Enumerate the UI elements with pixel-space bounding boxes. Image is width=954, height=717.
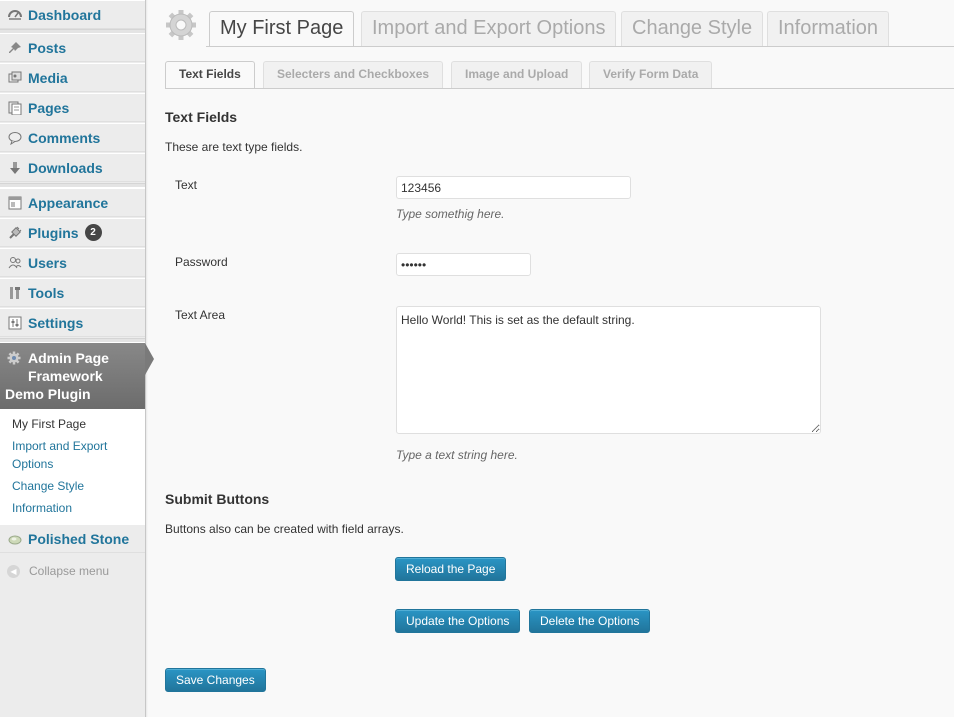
submenu-my-first-page[interactable]: My First Page <box>12 415 86 433</box>
tools-icon <box>7 285 23 301</box>
settings-icon <box>7 315 23 331</box>
main-content: My First Page Import and Export Options … <box>148 0 954 717</box>
sidebar-item-pages[interactable]: Pages <box>0 93 145 122</box>
polished-stone-icon <box>7 531 23 547</box>
sidebar-item-settings[interactable]: Settings <box>0 308 145 337</box>
textarea-field-label: Text Area <box>175 308 226 322</box>
collapse-menu-button[interactable]: ◀ Collapse menu <box>0 557 145 585</box>
menu-title-line: Framework <box>28 368 103 384</box>
sidebar-item-label: Posts <box>28 39 67 56</box>
sidebar-item-plugins[interactable]: Plugins 2 <box>0 218 145 247</box>
text-field-hint: Type somethig here. <box>396 207 505 221</box>
users-icon <box>7 255 23 271</box>
text-input[interactable] <box>396 176 631 199</box>
media-icon <box>7 70 23 86</box>
menu-title-line: Demo Plugin <box>5 386 91 402</box>
subtab-selecters-checkboxes[interactable]: Selecters and Checkboxes <box>263 61 444 88</box>
sidebar-item-polished-stone[interactable]: Polished Stone <box>0 524 145 553</box>
text-field-label: Text <box>175 178 198 192</box>
menu-title-line: Admin Page <box>28 350 109 366</box>
pushpin-icon <box>7 40 23 56</box>
tab-import-export-options[interactable]: Import and Export Options <box>361 11 617 46</box>
appearance-icon <box>7 195 23 211</box>
tab-information[interactable]: Information <box>767 11 890 46</box>
gear-icon <box>7 351 21 369</box>
section-heading-submit-buttons: Submit Buttons <box>165 491 270 507</box>
update-options-button[interactable]: Update the Options <box>395 609 521 633</box>
section-heading-text-fields: Text Fields <box>165 109 238 125</box>
submenu-information[interactable]: Information <box>12 499 72 517</box>
submenu-change-style[interactable]: Change Style <box>12 477 84 495</box>
sidebar-item-label: Downloads <box>28 159 103 176</box>
password-field-label: Password <box>175 255 228 269</box>
sidebar-item-label: Comments <box>28 129 101 146</box>
sidebar-item-appearance[interactable]: Appearance <box>0 188 145 217</box>
tab-change-style[interactable]: Change Style <box>621 11 764 46</box>
sidebar-item-label: Settings <box>28 314 84 331</box>
gear-icon <box>165 9 197 44</box>
sidebar-item-users[interactable]: Users <box>0 248 145 277</box>
sidebar-item-label: Users <box>28 254 67 271</box>
collapse-menu-label: Collapse menu <box>29 564 110 578</box>
section-description: Buttons also can be created with field a… <box>165 522 404 536</box>
delete-options-button[interactable]: Delete the Options <box>529 609 651 633</box>
comment-icon <box>7 130 23 146</box>
subtabs-divider <box>165 88 954 89</box>
sidebar-item-label: Dashboard <box>28 6 102 23</box>
tabs-divider <box>206 46 954 47</box>
subtab-text-fields[interactable]: Text Fields <box>165 61 255 89</box>
update-count-badge: 2 <box>84 224 102 241</box>
sidebar-item-downloads[interactable]: Downloads <box>0 153 145 182</box>
subtab-verify-form-data[interactable]: Verify Form Data <box>589 61 713 88</box>
submenu-import-export[interactable]: Import and Export <box>12 437 107 455</box>
sidebar-item-media[interactable]: Media <box>0 63 145 92</box>
submenu-import-export-options[interactable]: Options <box>12 455 53 473</box>
sidebar-item-comments[interactable]: Comments <box>0 123 145 152</box>
sidebar-item-label: Polished Stone <box>28 530 130 547</box>
sidebar-item-label: Tools <box>28 284 65 301</box>
submenu: My First Page Import and Export Options … <box>0 409 145 524</box>
sidebar-item-label: Plugins <box>28 224 79 241</box>
sidebar-item-label: Media <box>28 69 68 86</box>
sidebar-item-tools[interactable]: Tools <box>0 278 145 307</box>
download-icon <box>7 160 23 176</box>
save-changes-button[interactable]: Save Changes <box>165 668 266 692</box>
sidebar-item-label: Appearance <box>28 194 109 211</box>
reload-page-button[interactable]: Reload the Page <box>395 557 507 581</box>
pages-icon <box>7 100 23 116</box>
section-description: These are text type fields. <box>165 140 303 154</box>
password-input[interactable] <box>396 253 531 276</box>
tab-my-first-page[interactable]: My First Page <box>209 11 355 47</box>
plugin-icon <box>7 225 23 241</box>
text-area[interactable]: Hello World! This is set as the default … <box>396 306 821 434</box>
textarea-hint: Type a text string here. <box>396 448 518 462</box>
collapse-arrow-icon: ◀ <box>7 564 20 578</box>
sidebar-item-dashboard[interactable]: Dashboard <box>0 0 145 29</box>
sidebar-item-label: Pages <box>28 99 70 116</box>
sidebar-item-admin-page-framework-demo[interactable]: Admin Page Framework Demo Plugin <box>0 343 145 409</box>
subtab-image-upload[interactable]: Image and Upload <box>451 61 583 88</box>
sidebar-item-posts[interactable]: Posts <box>0 33 145 62</box>
dashboard-icon <box>7 7 23 23</box>
